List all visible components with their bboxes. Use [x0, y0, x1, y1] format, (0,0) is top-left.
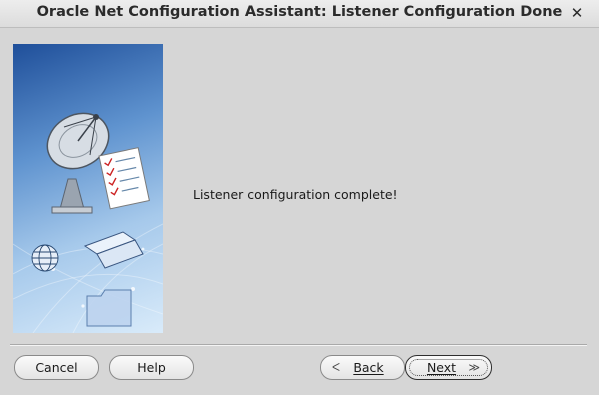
wizard-window: Oracle Net Configuration Assistant: List… [0, 0, 599, 395]
next-button[interactable]: Next ≫ [405, 355, 492, 380]
back-button[interactable]: ᐸ Back [320, 355, 405, 380]
back-button-label: Back [353, 360, 384, 375]
window-title: Oracle Net Configuration Assistant: List… [36, 4, 563, 20]
next-button-label: Next [426, 360, 457, 375]
cancel-button-label: Cancel [35, 360, 78, 375]
help-button-label: Help [137, 360, 166, 375]
completion-message: Listener configuration complete! [193, 187, 398, 202]
network-illustration-icon [13, 112, 163, 333]
close-icon[interactable]: ✕ [569, 4, 585, 22]
help-button[interactable]: Help [109, 355, 194, 380]
cancel-button[interactable]: Cancel [14, 355, 99, 380]
wizard-illustration [13, 44, 163, 333]
button-separator [10, 344, 587, 346]
chevron-left-icon: ᐸ [332, 361, 341, 374]
double-chevron-right-icon: ≫ [468, 361, 480, 374]
title-bar: Oracle Net Configuration Assistant: List… [0, 0, 599, 28]
